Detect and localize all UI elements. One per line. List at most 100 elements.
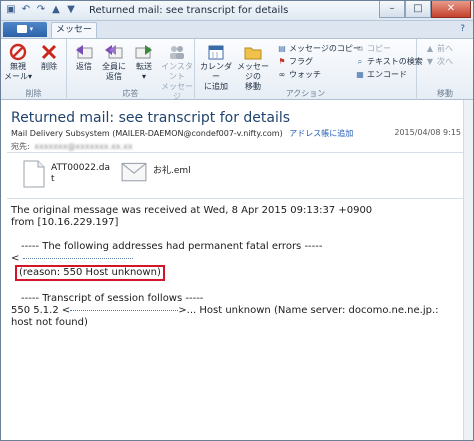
body-line: from [10.16.229.197] [11,217,119,228]
up-icon: ▲ [426,44,434,53]
message-date: 2015/04/08 9:15 [394,128,461,137]
vertical-scrollbar[interactable] [463,100,473,440]
move-small-list: ▲ 前へ ▼ 次へ [425,42,453,68]
close-button[interactable]: ✕ [431,1,471,18]
header-divider [7,152,467,153]
envelope-icon [121,162,147,182]
ribbon: 無視 メール▾ 削除 削除 返信 全員に 返信 転送 ▾ インスタント メッセー… [1,38,473,101]
add-to-contacts-link[interactable]: アドレス帳に追加 [289,129,353,138]
previous-button[interactable]: ▲ 前へ [425,42,453,55]
title-bar: ▣ ↶ ↷ ▲ ▼ Returned mail: see transcript … [1,1,473,21]
group-label-move: 移動 [437,89,453,98]
group-actions: カレンダー に追加 メッセージの 移動 ▤ メッセージのコピー ⚑ フラグ ∞ ウォッ… [195,39,423,100]
ribbon-tab-row: ▾ メッセージ ? [1,21,473,50]
minimize-button[interactable]: – [379,1,405,18]
people-icon [167,42,187,62]
actions-small-list-1: ▤ メッセージのコピー ⚑ フラグ ∞ ウォッチ [277,42,361,81]
body-line-transcript: 550 5.1.2 < >... Host unknown (Name serve… [11,305,439,328]
sender-name: Mail Delivery Subsystem [11,129,110,138]
redacted-link[interactable] [70,309,179,311]
highlighted-reason: (reason: 550 Host unknown) [15,265,165,281]
ignore-icon [8,42,28,62]
down-arrow-icon[interactable]: ▼ [65,4,77,16]
tab-file[interactable]: ▾ [3,22,47,37]
group-delete: 無視 メール▾ 削除 削除 [1,39,67,100]
message-body: The original message was received at Wed… [11,205,461,329]
copy-icon: ⧉ [357,44,363,53]
body-line-reason: (reason: 550 Host unknown) [11,265,461,281]
minimize-icon: – [389,3,395,14]
sender-line: Mail Delivery Subsystem (MAILER-DAEMON@c… [11,128,353,139]
reply-all-button[interactable]: 全員に 返信 [99,42,129,82]
group-label-delete: 削除 [25,89,42,98]
close-icon: ✕ [446,3,456,14]
watch-button[interactable]: ∞ ウォッチ [277,68,361,81]
help-icon[interactable]: ? [460,24,465,34]
undo-icon[interactable]: ↶ [20,4,32,16]
document-icon [23,160,45,188]
attachment-orei-eml[interactable]: お礼.eml [121,160,191,182]
delete-icon [39,42,59,62]
window-controls: – □ ✕ [379,1,471,18]
attachment-name: お礼.eml [153,165,191,176]
copy-button[interactable]: ⧉ コピー [355,42,423,55]
flag-icon: ⚑ [278,57,286,66]
chevron-down-icon: ▾ [29,25,34,33]
body-line: ----- Transcript of session follows ----… [21,293,204,304]
attachment-att00022[interactable]: ATT00022.da t [23,160,110,188]
glasses-icon: ∞ [278,70,286,79]
forward-icon [134,42,154,62]
forward-label: 転送 ▾ [136,62,152,81]
down-icon: ▼ [426,57,434,66]
reply-icon [74,42,94,62]
reply-all-label: 全員に 返信 [102,62,126,81]
recipient-address[interactable]: xxxxxxx@xxxxxxx.xx.xx [34,142,132,151]
forward-button[interactable]: 転送 ▾ [129,42,159,82]
copy-message-icon: ▤ [278,44,286,53]
copy-message-button[interactable]: ▤ メッセージのコピー [277,42,361,55]
quick-access-toolbar: ▣ ↶ ↷ ▲ ▼ [5,4,77,16]
message-subject: Returned mail: see transcript for detail… [11,110,291,126]
body-line: The original message was received at Wed… [11,205,373,216]
delete-button[interactable]: 削除 [34,42,64,72]
file-tab-icon [16,24,27,33]
reply-label: 返信 [76,62,92,71]
up-arrow-icon[interactable]: ▲ [50,4,62,16]
message-reading-pane: Returned mail: see transcript for detail… [1,100,473,440]
group-respond: 返信 全員に 返信 転送 ▾ インスタント メッセージ 応答 [67,39,195,101]
sender-address: (MAILER-DAEMON@condef007-v.nifty.com) [112,129,283,138]
maximize-button[interactable]: □ [405,1,431,18]
to-label: 宛先: [11,142,30,151]
delete-label: 削除 [41,62,57,71]
redacted-address [23,257,134,259]
ignore-button[interactable]: 無視 メール▾ [3,42,33,82]
calendar-icon [206,42,226,62]
move-message-button[interactable]: メッセージの 移動 [235,42,271,92]
recipient-line: 宛先: xxxxxxx@xxxxxxx.xx.xx [11,141,133,152]
body-line: ----- The following addresses had perman… [21,241,323,252]
tab-message[interactable]: メッセージ [51,22,97,50]
encode-button[interactable]: ▦ エンコード [355,68,423,81]
next-button[interactable]: ▼ 次へ [425,55,453,68]
reply-button[interactable]: 返信 [69,42,99,72]
group-move: ▲ 前へ ▼ 次へ 移動 [417,39,473,100]
window-title: Returned mail: see transcript for detail… [89,5,289,16]
group-label-respond: 応答 [122,89,139,98]
redo-icon[interactable]: ↷ [35,4,47,16]
save-icon[interactable]: ▣ [5,4,17,16]
folder-icon [243,42,263,62]
reply-all-icon [104,42,124,62]
actions-small-list-2: ⧉ コピー ⌕ テキストの検索 ▦ エンコード [355,42,423,81]
flag-button[interactable]: ⚑ フラグ [277,55,361,68]
attachment-name: ATT00022.da t [51,163,111,184]
encode-icon: ▦ [356,70,364,79]
body-line-redacted: < [11,253,461,265]
text-search-button[interactable]: ⌕ テキストの検索 [355,55,423,68]
add-to-calendar-button[interactable]: カレンダー に追加 [199,42,233,92]
group-label-actions: アクション [285,89,326,98]
maximize-icon: □ [413,3,423,14]
attachment-divider [7,198,467,199]
ignore-label: 無視 メール▾ [3,62,32,81]
search-icon: ⌕ [357,57,363,66]
outlook-message-window: ▣ ↶ ↷ ▲ ▼ Returned mail: see transcript … [0,0,474,441]
